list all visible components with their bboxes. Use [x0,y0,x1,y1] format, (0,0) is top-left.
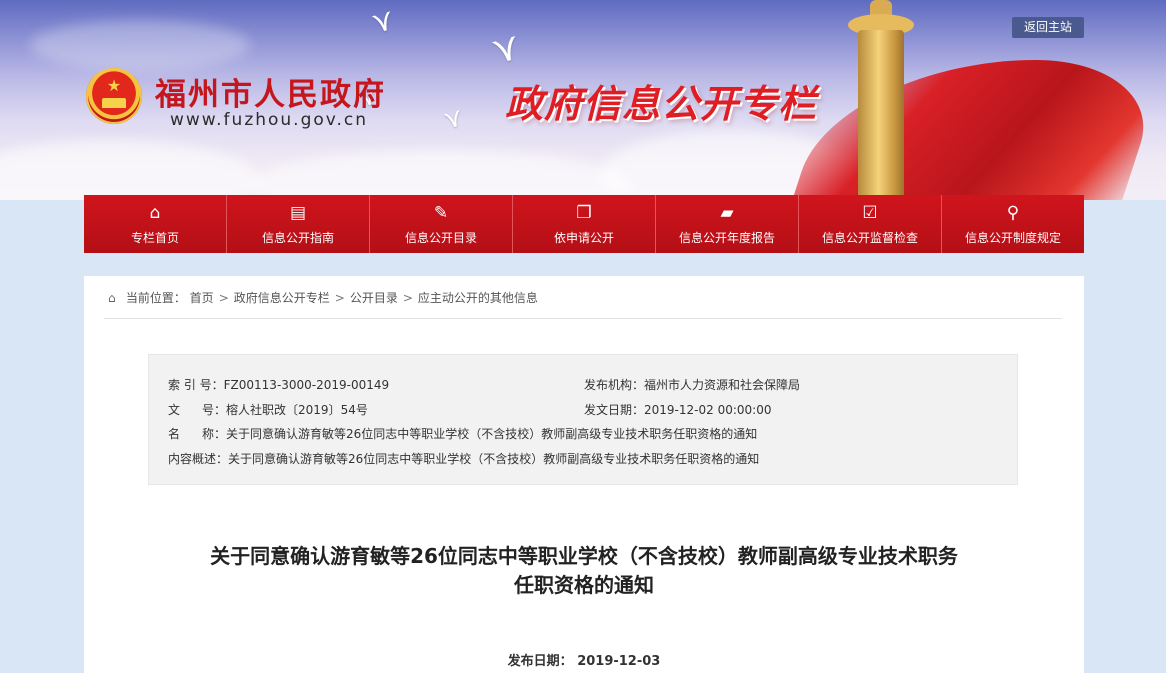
home-icon: ⌂ [108,291,116,305]
meta-docno-value: 榕人社职改〔2019〕54号 [226,403,368,417]
copy-document-icon: ❐ [576,202,592,223]
catalog-icon: ✎ [433,202,449,223]
meta-summary-label: 内容概述： [168,452,229,466]
meta-name-label: 称： [202,427,227,441]
article-title-line: 关于同意确认游育敏等26位同志中等职业学校（不含技校）教师副高级专业技术职务 [210,544,958,568]
nav-item-label: 信息公开制度规定 [964,230,1061,245]
breadcrumb-item-other-info[interactable]: 应主动公开的其他信息 [418,291,538,305]
breadcrumb-item-home[interactable]: 首页 [190,291,214,305]
meta-summary-value: 关于同意确认游育敏等26位同志中等职业学校（不含技校）教师副高级专业技术职务任职… [228,452,760,466]
breadcrumb-item-column[interactable]: 政府信息公开专栏 [234,291,330,305]
magnifier-icon: ⚲ [1006,202,1020,223]
nav-item-home[interactable]: ⌂ 专栏首页 [84,195,227,253]
meta-summary-row: 内容概述：关于同意确认游育敏等26位同志中等职业学校（不含技校）教师副高级专业技… [168,450,759,467]
meta-date-row: 发文日期：2019-12-02 00:00:00 [584,401,771,418]
checklist-icon: ☑ [862,202,878,223]
nav-item-regulations[interactable]: ⚲ 信息公开制度规定 [942,195,1084,253]
nav-item-label: 信息公开指南 [261,230,334,245]
nav-item-annual-report[interactable]: ▰ 信息公开年度报告 [656,195,799,253]
content-panel: ⌂ 当前位置： 首页 > 政府信息公开专栏 > 公开目录 > 应主动公开的其他信息 索 引 … [84,276,1084,673]
meta-date-value: 2019-12-02 00:00:00 [644,403,772,417]
meta-index-value: FZ00113-3000-2019-00149 [223,378,390,392]
breadcrumb-separator: > [334,291,345,305]
breadcrumb-separator: > [218,291,229,305]
meta-index-label: 索 引 号： [168,378,224,392]
meta-name-value: 关于同意确认游育敏等26位同志中等职业学校（不含技校）教师副高级专业技术职务任职… [226,427,758,441]
publish-date-value: 2019-12-03 [577,654,661,669]
header-banner: ⋎ ⋎ ⋎ ⋎ ★ 福州市人民政府 www.fuzhou.gov.cn 政府信息… [0,0,1166,200]
breadcrumb-item-catalog[interactable]: 公开目录 [350,291,398,305]
national-emblem-icon: ★ [86,68,142,124]
meta-index-row: 索 引 号：FZ00113-3000-2019-00149 [168,376,389,393]
meta-date-label: 发文日期： [584,403,645,417]
home-icon: ⌂ [149,202,161,223]
seagull-decoration: ⋎ [367,1,399,42]
red-flag-decoration [792,60,1166,200]
back-to-main-site-button[interactable]: 返回主站 [1012,17,1084,38]
huabiao-pillar-decoration [858,30,904,200]
nav-item-application[interactable]: ❐ 依申请公开 [513,195,656,253]
nav-item-label: 信息公开目录 [404,230,477,245]
cloud-decoration [30,20,250,70]
nav-item-label: 信息公开年度报告 [678,230,775,245]
breadcrumb-separator: > [402,291,413,305]
article-title: 关于同意确认游育敏等26位同志中等职业学校（不含技校）教师副高级专业技术职务 任… [84,542,1084,600]
cloud-decoration [250,150,630,200]
cloud-decoration [0,140,260,200]
breadcrumb-prefix: 当前位置： [125,291,186,305]
nav-item-label: 依申请公开 [553,230,614,245]
site-name: 福州市人民政府 [155,77,386,113]
meta-name-row: 名 称：关于同意确认游育敏等26位同志中等职业学校（不含技校）教师副高级专业技术职… [168,425,757,442]
publish-date-label: 发布日期： [507,654,573,669]
publish-date: 发布日期： 2019-12-03 [84,650,1084,669]
nav-item-guide[interactable]: ▤ 信息公开指南 [227,195,370,253]
nav-item-label: 专栏首页 [130,230,179,245]
nav-item-supervision[interactable]: ☑ 信息公开监督检查 [799,195,942,253]
nav-item-catalog[interactable]: ✎ 信息公开目录 [370,195,513,253]
meta-docno-row: 文 号：榕人社职改〔2019〕54号 [168,401,368,418]
meta-publisher-label: 发布机构： [584,378,645,392]
breadcrumb: ⌂ 当前位置： 首页 > 政府信息公开专栏 > 公开目录 > 应主动公开的其他信息 [104,284,1062,319]
nav-item-label: 信息公开监督检查 [821,230,918,245]
folder-icon: ▰ [720,202,734,223]
meta-name-label: 名 [168,427,181,441]
star-icon: ★ [106,76,122,95]
document-meta-box: 索 引 号：FZ00113-3000-2019-00149 发布机构：福州市人力… [148,354,1018,485]
meta-docno-label: 文 [168,403,181,417]
article-title-line: 任职资格的通知 [514,573,654,597]
main-nav: ⌂ 专栏首页 ▤ 信息公开指南 ✎ 信息公开目录 ❐ 依申请公开 ▰ 信息公开年… [84,195,1084,253]
site-url: www.fuzhou.gov.cn [170,110,369,130]
meta-publisher-row: 发布机构：福州市人力资源和社会保障局 [584,376,800,393]
tiananmen-icon [102,98,126,108]
meta-publisher-value: 福州市人力资源和社会保障局 [644,378,801,392]
seagull-decoration: ⋎ [486,23,526,73]
banner-title: 政府信息公开专栏 [505,82,818,126]
meta-docno-label: 号： [202,403,227,417]
seagull-decoration: ⋎ [440,102,467,136]
guide-document-icon: ▤ [289,202,307,223]
